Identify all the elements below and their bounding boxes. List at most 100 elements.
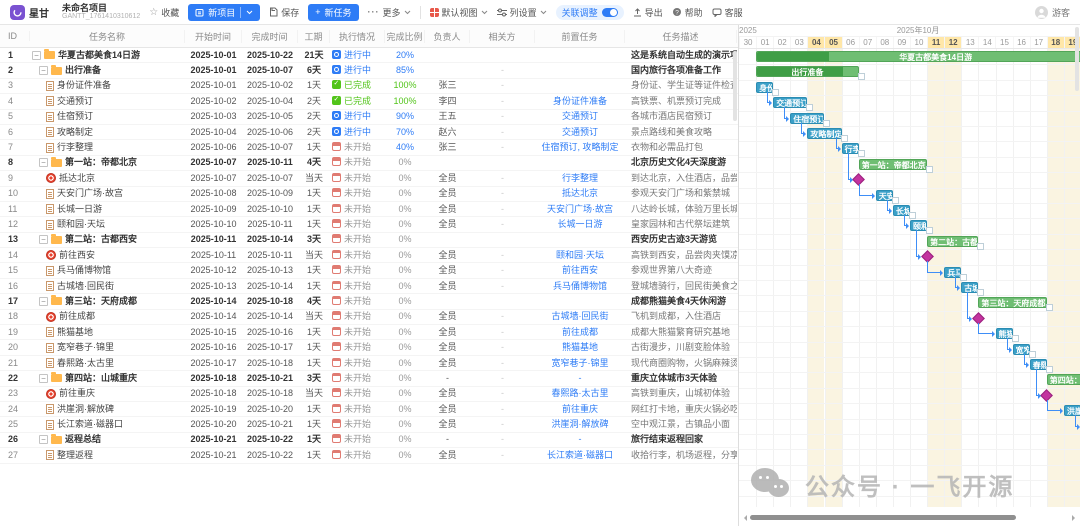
gantt-bar-task[interactable]: 兵马俑博物馆 xyxy=(944,266,968,281)
expand-toggle[interactable]: − xyxy=(39,235,48,245)
bar-resize-handle[interactable] xyxy=(908,212,916,219)
predecessor-link[interactable]: 抵达北京 xyxy=(535,186,625,201)
bar-resize-handle[interactable] xyxy=(977,242,985,250)
table-row[interactable]: 1 − 华夏古都美食14日游 2025-10-01 2025-10-22 21天 进行中 20… xyxy=(0,48,738,64)
table-row[interactable]: 16 古城墙·回民街 2025-10-13 2025-10-14 1天 未开始 0% 全员 - 兵… xyxy=(0,278,738,295)
table-row[interactable]: 8 − 第一站：帝都北京 2025-10-07 2025-10-11 4天 未开始 0% 北京历… xyxy=(0,155,738,172)
predecessor-link[interactable]: 前往西安 xyxy=(535,263,625,278)
predecessor-link[interactable]: 颐和园·天坛 xyxy=(535,248,625,263)
predecessor-link[interactable]: 熊猫基地 xyxy=(535,340,625,355)
predecessor-link[interactable]: 春熙路·太古里 xyxy=(535,386,625,401)
expand-toggle[interactable]: − xyxy=(39,296,48,306)
predecessor-link[interactable]: 前往成都 xyxy=(535,325,625,340)
help-button[interactable]: ? 帮助 xyxy=(672,6,703,19)
gantt-vertical-scrollbar[interactable] xyxy=(1075,27,1079,91)
gantt-bar-task[interactable]: 颐和园·天坛 xyxy=(910,220,934,235)
gantt-bar-group[interactable]: 第一站：帝都北京 xyxy=(858,158,934,173)
bar-resize-handle[interactable] xyxy=(840,135,848,142)
gantt-bar-group[interactable]: 第四站：山城重庆 xyxy=(1046,374,1080,386)
gantt-bar-task[interactable]: 身份证件准备 xyxy=(756,81,780,96)
table-row[interactable]: 10 天安门广场·故宫 2025-10-08 2025-10-09 1天 未开始 0% 全员 -… xyxy=(0,186,738,202)
gantt-bar-task[interactable]: 天安门广场·故宫 xyxy=(875,189,899,204)
predecessor-link[interactable]: 身份证件准备 xyxy=(535,94,625,109)
table-row[interactable]: 5 住宿预订 2025-10-03 2025-10-05 2天 进行中 90% 王五 - 交通预订… xyxy=(0,109,738,125)
gantt-bar-task[interactable]: 长城一日游 xyxy=(892,205,916,219)
gantt-bar-group[interactable]: 第二站：古都西安 xyxy=(927,235,985,250)
bar-resize-handle[interactable] xyxy=(960,273,968,281)
bar-resize-handle[interactable] xyxy=(1028,350,1036,358)
table-row[interactable]: 18 前往成都 2025-10-14 2025-10-14 当天 未开始 0% 全员 - 古城墙·… xyxy=(0,309,738,326)
bar-resize-handle[interactable] xyxy=(823,119,831,127)
scroll-right-arrow-icon[interactable] xyxy=(1072,515,1078,521)
new-project-button[interactable]: 新项目 xyxy=(188,3,261,21)
favorite-button[interactable]: ☆ 收藏 xyxy=(149,6,179,19)
table-row[interactable]: 7 行李整理 2025-10-06 2025-10-07 1天 未开始 40% 张三 - 住宿预订… xyxy=(0,140,738,156)
gantt-horizontal-scrollbar[interactable] xyxy=(741,514,1078,521)
table-vertical-scrollbar[interactable] xyxy=(733,51,737,121)
bar-resize-handle[interactable] xyxy=(857,150,865,158)
scroll-left-arrow-icon[interactable] xyxy=(741,515,747,521)
user-menu[interactable]: 游客 xyxy=(1034,5,1070,19)
table-row[interactable]: 13 − 第二站：古都西安 2025-10-11 2025-10-14 3天 未开始 0% 西安… xyxy=(0,232,738,249)
gantt-bar-task[interactable]: 住宿预订 xyxy=(790,112,831,127)
bar-resize-handle[interactable] xyxy=(857,73,865,81)
predecessor-link[interactable]: 兵马俑博物馆 xyxy=(535,279,625,294)
table-row[interactable]: 14 前往西安 2025-10-11 2025-10-11 当天 未开始 0% 全员 - 颐和园·… xyxy=(0,248,738,264)
default-view-button[interactable]: 默认视图 xyxy=(429,6,488,19)
save-button[interactable]: 保存 xyxy=(269,6,299,19)
predecessor-link[interactable]: 洪崖洞·解放碑 xyxy=(535,417,625,432)
gantt-bar-task[interactable]: 古城墙·回民街 xyxy=(961,282,985,296)
predecessor-link[interactable]: 住宿预订, 攻略制定 xyxy=(535,140,625,155)
table-row[interactable]: 2 − 出行准备 2025-10-01 2025-10-07 6天 进行中 85% - 国内旅行各… xyxy=(0,63,738,79)
gantt-bar-task[interactable]: 行李整理 xyxy=(841,143,865,158)
table-row[interactable]: 4 交通预订 2025-10-02 2025-10-04 2天 已完成 100% 李四 - 身份证… xyxy=(0,94,738,110)
gantt-bar-task[interactable]: 春熙路·太古里 xyxy=(1029,359,1053,373)
predecessor-link[interactable]: 行李整理 xyxy=(535,171,625,186)
bar-resize-handle[interactable] xyxy=(1045,304,1053,312)
new-task-button[interactable]: + 新任务 xyxy=(308,3,359,21)
gantt-bar-group[interactable]: 出行准备 xyxy=(756,66,865,81)
expand-toggle[interactable]: − xyxy=(39,373,48,383)
table-row[interactable]: 26− 返程总结 2025-10-21 2025-10-22 1天 未开始 0% - - - 旅行结… xyxy=(0,432,738,449)
bar-resize-handle[interactable] xyxy=(772,88,780,96)
predecessor-link[interactable]: 长城一日游 xyxy=(535,217,625,232)
expand-toggle[interactable]: − xyxy=(39,435,48,445)
predecessor-link[interactable]: 交通预订 xyxy=(535,125,625,140)
predecessor-link[interactable]: 宽窄巷子·锦里 xyxy=(535,356,625,371)
table-row[interactable]: 17 − 第三站：天府成都 2025-10-14 2025-10-18 4天 未开始 0% 成都… xyxy=(0,294,738,310)
export-button[interactable]: 导出 xyxy=(633,6,663,19)
table-row[interactable]: 19 熊猫基地 2025-10-15 2025-10-16 1天 未开始 0% 全员 - 前往成都… xyxy=(0,325,738,341)
gantt-bar-task[interactable]: 熊猫基地 xyxy=(995,328,1019,343)
column-settings-button[interactable]: 列设置 xyxy=(496,6,547,19)
table-row[interactable]: 23 前往重庆 2025-10-18 2025-10-18 当天 未开始 0% 全员 - 春熙路·… xyxy=(0,386,738,402)
chevron-down-icon[interactable] xyxy=(246,10,253,15)
predecessor-link[interactable]: 古城墙·回民街 xyxy=(535,309,625,324)
expand-toggle[interactable]: − xyxy=(39,66,48,76)
gantt-bar-task[interactable]: 宽窄巷子·锦里 xyxy=(1012,343,1036,358)
predecessor-link[interactable]: 交通预订 xyxy=(535,109,625,124)
predecessor-link[interactable]: - xyxy=(535,432,625,447)
gantt-bar-group[interactable]: 华夏古都美食14日游 xyxy=(756,51,1080,62)
table-row[interactable]: 21 春熙路·太古里 2025-10-17 2025-10-18 1天 未开始 0% 全员 - 宽… xyxy=(0,355,738,372)
bar-resize-handle[interactable] xyxy=(977,289,985,296)
toggle-on-icon[interactable] xyxy=(601,7,618,17)
bar-resize-handle[interactable] xyxy=(806,104,814,112)
table-row[interactable]: 11 长城一日游 2025-10-09 2025-10-10 1天 未开始 0% 全员 - 天安门… xyxy=(0,201,738,218)
table-row[interactable]: 27 整理返程 2025-10-21 2025-10-22 1天 未开始 0% 全员 - 长江索道… xyxy=(0,448,738,464)
bar-resize-handle[interactable] xyxy=(1011,335,1019,343)
expand-toggle[interactable]: − xyxy=(32,50,41,60)
table-row[interactable]: 20 宽窄巷子·锦里 2025-10-16 2025-10-17 1天 未开始 0% 全员 - 熊… xyxy=(0,340,738,356)
bar-resize-handle[interactable] xyxy=(926,165,934,173)
table-row[interactable]: 9 抵达北京 2025-10-07 2025-10-07 当天 未开始 0% 全员 - 行李整理到… xyxy=(0,171,738,187)
bar-resize-handle[interactable] xyxy=(891,196,899,204)
more-button[interactable]: ··· 更多 xyxy=(368,6,411,19)
scrollbar-thumb[interactable] xyxy=(750,515,1016,520)
expand-toggle[interactable]: − xyxy=(39,158,48,168)
predecessor-link[interactable]: 前往重庆 xyxy=(535,402,625,417)
table-row[interactable]: 15 兵马俑博物馆 2025-10-12 2025-10-13 1天 未开始 0% 全员 - 前往… xyxy=(0,263,738,279)
predecessor-link[interactable]: - xyxy=(535,371,625,386)
gantt-bar-task[interactable]: 洪崖洞·解放碑 xyxy=(1063,405,1080,420)
table-row[interactable]: 6 攻略制定 2025-10-04 2025-10-06 2天 进行中 70% 赵六 - 交通预订… xyxy=(0,124,738,141)
table-row[interactable]: 12 颐和园·天坛 2025-10-10 2025-10-11 1天 未开始 0% 全员 - 长城… xyxy=(0,217,738,233)
support-button[interactable]: 客服 xyxy=(712,6,743,19)
